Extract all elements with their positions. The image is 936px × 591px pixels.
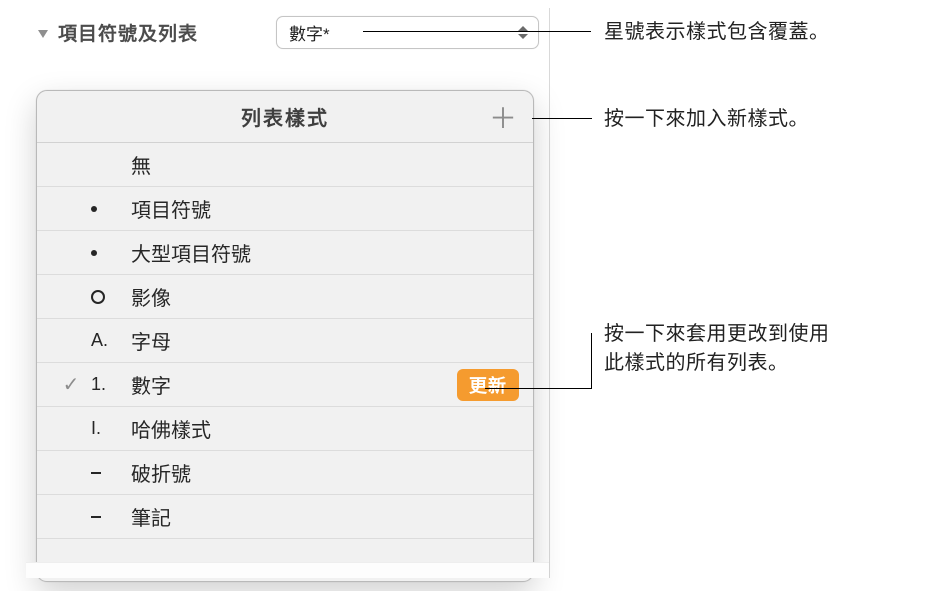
style-row[interactable]: 項目符號	[37, 187, 533, 231]
callout-update-line2: 此樣式的所有列表。	[604, 349, 830, 378]
dropdown-selected-value: 數字*	[289, 20, 330, 45]
style-row[interactable]: 影像	[37, 275, 533, 319]
popover-title: 列表樣式	[241, 102, 329, 131]
update-style-button[interactable]: 更新	[457, 369, 519, 401]
style-row[interactable]: 大型項目符號	[37, 231, 533, 275]
list-marker-icon	[91, 206, 131, 212]
list-marker-icon	[91, 472, 131, 474]
callout-line-asterisk	[363, 31, 591, 32]
style-item-label: 影像	[131, 282, 171, 311]
bullets-lists-header: 項目符號及列表 數字*	[26, 8, 549, 59]
style-item-label: 破折號	[131, 458, 191, 487]
style-item-label: 哈佛樣式	[131, 414, 211, 443]
style-item-label: 項目符號	[131, 194, 211, 223]
style-row[interactable]: 無	[37, 143, 533, 187]
format-panel: 項目符號及列表 數字* 列表樣式 ＋ 無項目符號大型項目符號影像A.字母✓1.數…	[26, 8, 550, 578]
style-list: 無項目符號大型項目符號影像A.字母✓1.數字更新I.哈佛樣式破折號筆記	[37, 143, 533, 539]
list-marker-icon: A.	[91, 330, 131, 351]
style-item-label: 無	[131, 150, 151, 179]
popover-header: 列表樣式 ＋	[37, 91, 533, 143]
style-item-label: 字母	[131, 326, 171, 355]
callout-add: 按一下來加入新樣式。	[604, 105, 809, 134]
style-row[interactable]: I.哈佛樣式	[37, 407, 533, 451]
list-marker-icon	[91, 290, 131, 304]
checkmark-icon: ✓	[51, 372, 91, 397]
section-label: 項目符號及列表	[58, 19, 198, 46]
style-row[interactable]: 破折號	[37, 451, 533, 495]
list-marker-icon: I.	[91, 418, 131, 439]
list-marker-icon	[91, 250, 131, 256]
list-marker-icon: 1.	[91, 374, 131, 395]
style-item-label: 大型項目符號	[131, 238, 251, 267]
list-marker-icon	[91, 516, 131, 518]
callout-line-add	[532, 118, 592, 119]
callout-update: 按一下來套用更改到使用 此樣式的所有列表。	[604, 320, 830, 378]
style-item-label: 數字	[131, 370, 171, 399]
callout-line-horizontal	[485, 388, 592, 389]
style-item-label: 筆記	[131, 502, 171, 531]
callout-asterisk: 星號表示樣式包含覆蓋。	[604, 18, 830, 47]
callout-update-line1: 按一下來套用更改到使用	[604, 320, 830, 349]
chevron-up-down-icon	[518, 26, 528, 39]
callout-line-vertical	[591, 333, 592, 388]
panel-bottom-toolbar	[26, 562, 549, 578]
plus-icon: ＋	[489, 97, 517, 137]
list-styles-popover: 列表樣式 ＋ 無項目符號大型項目符號影像A.字母✓1.數字更新I.哈佛樣式破折號…	[36, 90, 534, 582]
style-row[interactable]: 筆記	[37, 495, 533, 539]
style-row[interactable]: A.字母	[37, 319, 533, 363]
disclosure-triangle-icon[interactable]	[38, 30, 48, 38]
list-style-dropdown[interactable]: 數字*	[276, 16, 539, 49]
style-row[interactable]: ✓1.數字 更新	[37, 363, 533, 407]
add-style-button[interactable]: ＋	[487, 101, 519, 133]
